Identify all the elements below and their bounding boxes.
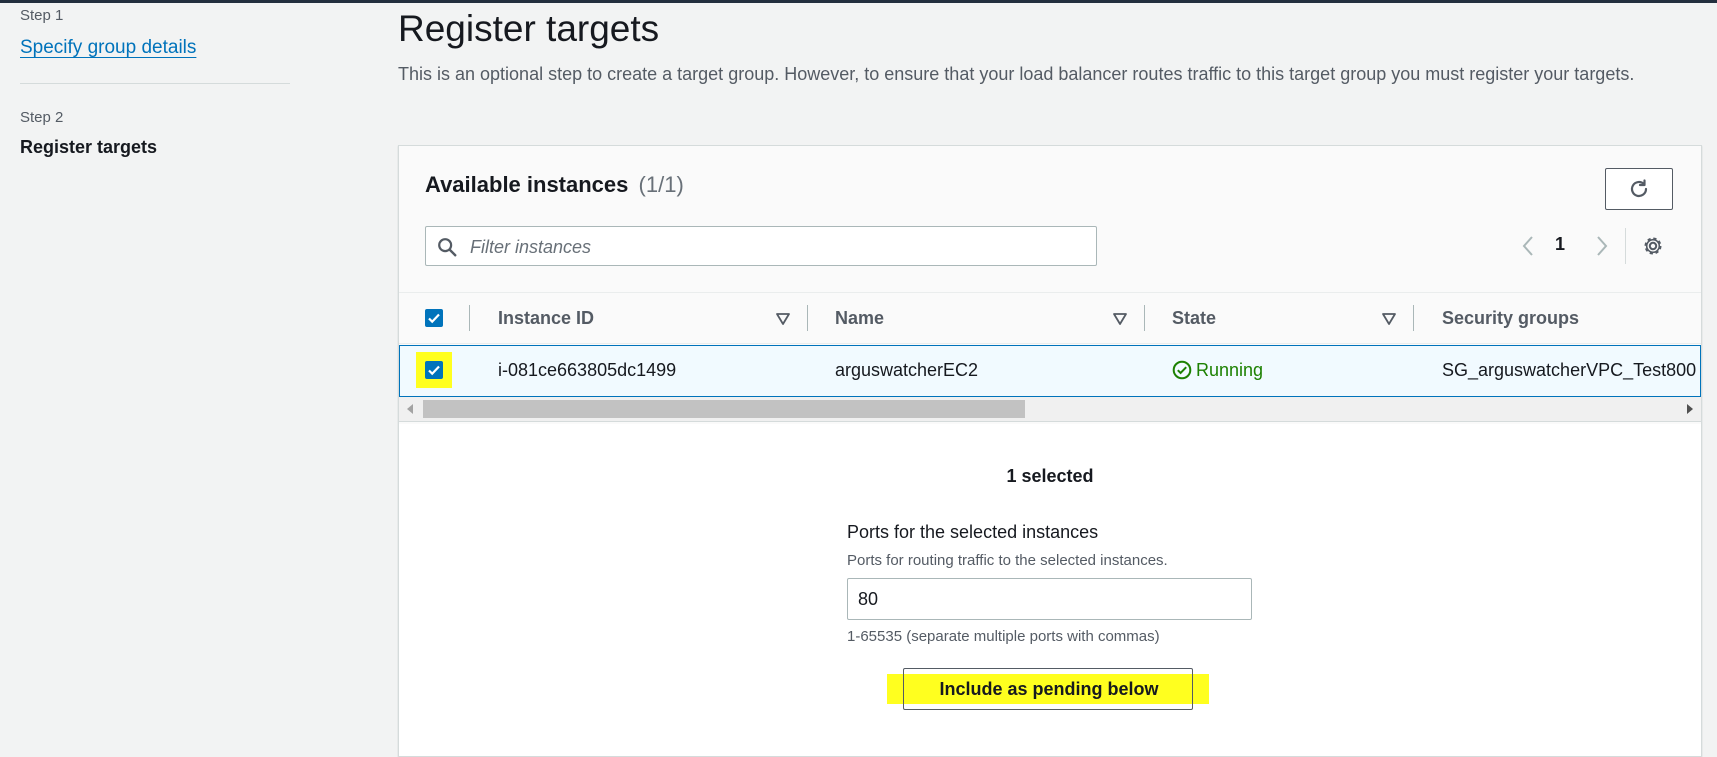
panel-title-text: Available instances <box>425 172 629 197</box>
column-header-state[interactable]: State <box>1172 308 1216 329</box>
column-divider <box>469 305 470 331</box>
column-header-name[interactable]: Name <box>835 308 884 329</box>
scroll-right-icon[interactable] <box>1685 404 1695 414</box>
column-divider[interactable] <box>1413 305 1414 331</box>
cell-name: arguswatcherEC2 <box>835 360 979 380</box>
sort-down-icon[interactable] <box>1381 311 1397 327</box>
table-row[interactable]: i-081ce663805dc1499 arguswatcherEC2 Runn… <box>399 345 1701 397</box>
column-header-security-groups[interactable]: Security groups <box>1442 308 1579 329</box>
column-header-instance-id[interactable]: Instance ID <box>498 308 594 329</box>
table-header: Instance ID Name State Security groups <box>399 292 1701 344</box>
status-running: Running <box>1196 360 1264 380</box>
page-number[interactable]: 1 <box>1555 234 1565 255</box>
filter-instances-input[interactable] <box>468 227 1092 267</box>
cell-state: Running <box>1172 360 1263 381</box>
filter-search-box[interactable] <box>425 226 1097 267</box>
pager-divider <box>1625 228 1626 264</box>
chevron-right-icon[interactable] <box>1589 234 1613 258</box>
include-as-pending-button[interactable]: Include as pending below <box>903 668 1193 710</box>
step2-label: Step 2 <box>20 109 64 126</box>
scrollbar-thumb[interactable] <box>423 400 1025 418</box>
refresh-icon <box>1630 179 1648 198</box>
scroll-left-icon[interactable] <box>405 404 415 414</box>
selected-count: 1 selected <box>1006 466 1094 486</box>
step2-current: Register targets <box>20 137 158 157</box>
wizard-steps-sidebar: Step 1 Specify group details Step 2 Regi… <box>0 3 300 741</box>
search-icon <box>438 238 457 257</box>
sort-down-icon[interactable] <box>775 311 791 327</box>
step-divider <box>20 83 290 84</box>
step1-label: Step 1 <box>20 7 64 24</box>
sort-down-icon[interactable] <box>1112 311 1128 327</box>
select-all-checkbox[interactable] <box>425 309 443 327</box>
ports-hint: 1-65535 (separate multiple ports with co… <box>847 628 1160 645</box>
column-divider[interactable] <box>807 305 808 331</box>
row-checkbox[interactable] <box>425 361 443 379</box>
available-instances-panel: Available instances (1/1) 1 <box>398 145 1702 757</box>
column-divider[interactable] <box>1144 305 1145 331</box>
horizontal-scrollbar[interactable] <box>399 397 1701 422</box>
include-button-label: Include as pending below <box>939 679 1159 699</box>
instance-count: (1/1) <box>638 172 684 197</box>
chevron-left-icon[interactable] <box>1517 234 1541 258</box>
ports-description: Ports for routing traffic to the selecte… <box>847 552 1168 569</box>
gear-icon[interactable] <box>1641 234 1665 258</box>
refresh-button[interactable] <box>1605 168 1673 210</box>
cell-security-groups[interactable]: SG_arguswatcherVPC_Test800 <box>1442 360 1700 381</box>
panel-title: Available instances (1/1) <box>425 172 684 198</box>
check-circle-icon <box>1172 360 1192 380</box>
page-description: This is an optional step to create a tar… <box>398 64 1635 84</box>
ports-input[interactable] <box>847 578 1252 620</box>
step1-link[interactable]: Specify group details <box>20 37 196 59</box>
page-title: Register targets <box>398 8 660 49</box>
ports-label: Ports for the selected instances <box>847 522 1099 542</box>
cell-instance-id[interactable]: i-081ce663805dc1499 <box>498 360 676 381</box>
checkmark-icon <box>428 313 440 324</box>
checkmark-icon <box>428 365 440 376</box>
